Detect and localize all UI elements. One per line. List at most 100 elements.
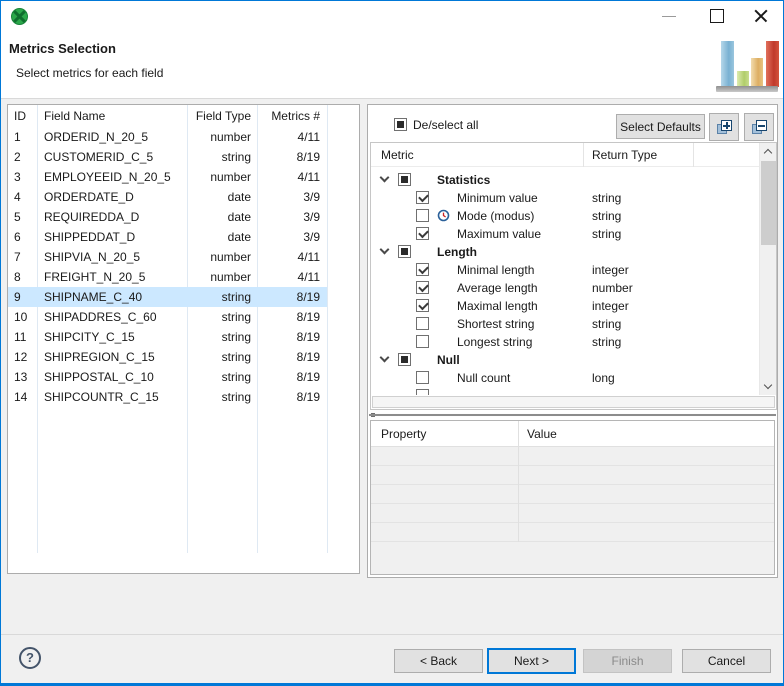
table-row[interactable]: 9SHIPNAME_C_40string8/19 [8, 287, 359, 307]
cell-filler [327, 187, 359, 207]
table-row[interactable]: 7SHIPVIA_N_20_5number4/11 [8, 247, 359, 267]
tree-item-row[interactable]: Maximal lengthinteger [371, 297, 759, 315]
metric-checkbox[interactable] [416, 227, 429, 240]
column-header-metrics[interactable]: Metrics # [257, 105, 327, 127]
column-header-type[interactable]: Field Type [187, 105, 257, 127]
cell-name: ORDERID_N_20_5 [37, 127, 187, 147]
tree-item-row[interactable]: Null countlong [371, 369, 759, 387]
cell-metrics: 4/11 [257, 167, 327, 187]
metric-tree-header: Metric Return Type [371, 143, 776, 167]
column-header-property[interactable]: Property [381, 421, 426, 447]
tree-item-row[interactable]: Longest stringstring [371, 333, 759, 351]
scrollbar-thumb[interactable] [761, 161, 776, 245]
table-row[interactable]: 11SHIPCITY_C_15string8/19 [8, 327, 359, 347]
splitter-sash[interactable] [369, 413, 776, 417]
tree-item-row[interactable]: Minimum valuestring [371, 189, 759, 207]
metric-checkbox[interactable] [416, 299, 429, 312]
metric-checkbox[interactable] [416, 371, 429, 384]
chevron-down-icon[interactable] [380, 353, 390, 363]
bar-blue [721, 41, 734, 87]
category-checkbox[interactable] [398, 173, 411, 186]
vertical-scrollbar[interactable] [759, 143, 776, 395]
tree-item-row[interactable] [371, 387, 759, 395]
table-row[interactable]: 3EMPLOYEEID_N_20_5number4/11 [8, 167, 359, 187]
cell-filler [327, 167, 359, 187]
collapse-all-button[interactable] [744, 113, 774, 141]
column-divider[interactable] [693, 143, 694, 167]
back-button[interactable]: < Back [394, 649, 483, 673]
metric-checkbox[interactable] [416, 317, 429, 330]
column-divider[interactable] [583, 143, 584, 167]
close-button[interactable] [741, 1, 781, 31]
table-row[interactable]: 5REQUIREDDA_Ddate3/9 [8, 207, 359, 227]
tree-item-row[interactable]: Minimal lengthinteger [371, 261, 759, 279]
table-row[interactable] [371, 447, 774, 466]
scroll-down-icon[interactable] [760, 378, 777, 395]
tree-category-row[interactable]: Statistics [371, 171, 759, 189]
category-checkbox[interactable] [398, 245, 411, 258]
tree-category-row[interactable]: Length [371, 243, 759, 261]
metric-checkbox[interactable] [416, 389, 429, 395]
metric-label: Average length [457, 281, 538, 295]
column-header-id[interactable]: ID [8, 105, 37, 127]
category-checkbox[interactable] [398, 353, 411, 366]
table-row[interactable]: 4ORDERDATE_Ddate3/9 [8, 187, 359, 207]
table-row[interactable] [371, 466, 774, 485]
column-header-value[interactable]: Value [527, 421, 557, 447]
table-row[interactable] [371, 504, 774, 523]
metric-checkbox[interactable] [416, 209, 429, 222]
table-row[interactable]: 10SHIPADDRES_C_60string8/19 [8, 307, 359, 327]
expand-all-button[interactable] [709, 113, 739, 141]
deselect-all-checkbox[interactable] [394, 118, 407, 131]
table-row[interactable]: 1ORDERID_N_20_5number4/11 [8, 127, 359, 147]
cell-id: 14 [8, 387, 37, 407]
maximize-button[interactable] [697, 1, 737, 31]
table-row[interactable]: 6SHIPPEDDAT_Ddate3/9 [8, 227, 359, 247]
table-row[interactable]: 8FREIGHT_N_20_5number4/11 [8, 267, 359, 287]
tree-item-row[interactable]: Shortest stringstring [371, 315, 759, 333]
table-row[interactable]: 14SHIPCOUNTR_C_15string8/19 [8, 387, 359, 407]
metric-label: Shortest string [457, 317, 534, 331]
chevron-down-icon[interactable] [380, 245, 390, 255]
column-header-name[interactable]: Field Name [37, 105, 187, 127]
cancel-button[interactable]: Cancel [682, 649, 771, 673]
next-button[interactable]: Next > [487, 648, 576, 674]
table-row[interactable] [371, 523, 774, 542]
column-header-return-type[interactable]: Return Type [592, 143, 657, 167]
cell-type: string [187, 287, 257, 307]
cell-metrics: 8/19 [257, 307, 327, 327]
metric-checkbox[interactable] [416, 281, 429, 294]
metric-checkbox[interactable] [416, 191, 429, 204]
title-bar [1, 1, 783, 31]
category-label: Length [437, 245, 477, 259]
select-defaults-button[interactable]: Select Defaults [616, 114, 705, 139]
help-icon[interactable] [19, 647, 41, 669]
table-row[interactable]: 2CUSTOMERID_C_5string8/19 [8, 147, 359, 167]
cell-type: number [187, 267, 257, 287]
column-header-metric[interactable]: Metric [381, 143, 414, 167]
horizontal-scrollbar[interactable] [372, 396, 775, 408]
tree-item-row[interactable]: Mode (modus)string [371, 207, 759, 225]
cell-filler [327, 247, 359, 267]
deselect-all-label: De/select all [413, 118, 478, 132]
metric-checkbox[interactable] [416, 263, 429, 276]
tree-item-row[interactable]: Maximum valuestring [371, 225, 759, 243]
metric-label: Longest string [457, 335, 532, 349]
minimize-button[interactable] [649, 1, 689, 31]
metric-checkbox[interactable] [416, 335, 429, 348]
table-row[interactable] [371, 485, 774, 504]
cell-type: string [187, 367, 257, 387]
cell-metrics: 4/11 [257, 247, 327, 267]
chevron-down-icon[interactable] [380, 173, 390, 183]
table-row[interactable]: 13SHIPPOSTAL_C_10string8/19 [8, 367, 359, 387]
cell-metrics: 8/19 [257, 347, 327, 367]
finish-button[interactable]: Finish [583, 649, 672, 673]
cell-type: date [187, 227, 257, 247]
tree-item-row[interactable]: Average lengthnumber [371, 279, 759, 297]
cell-filler [327, 227, 359, 247]
tree-category-row[interactable]: Null [371, 351, 759, 369]
table-row[interactable]: 12SHIPREGION_C_15string8/19 [8, 347, 359, 367]
cell-name: SHIPADDRES_C_60 [37, 307, 187, 327]
property-table: Property Value [370, 420, 775, 575]
scroll-up-icon[interactable] [760, 143, 777, 160]
